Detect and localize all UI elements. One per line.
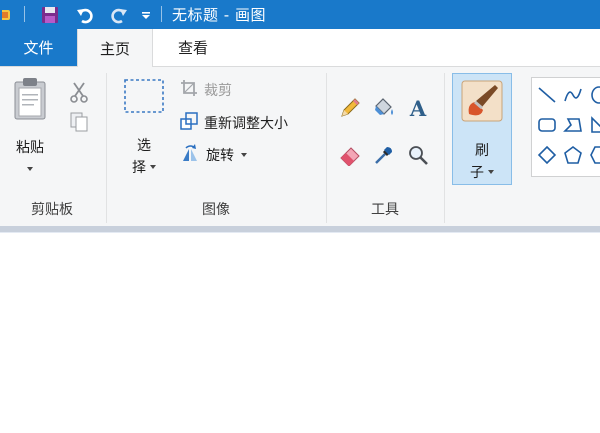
group-separator: [444, 73, 445, 223]
triangle-shape-icon[interactable]: [588, 114, 600, 136]
rounded-rectangle-shape-icon[interactable]: [536, 114, 558, 136]
tab-file[interactable]: 文件: [0, 29, 77, 66]
magnifier-icon[interactable]: [405, 142, 431, 168]
select-icon: [122, 77, 166, 119]
brushes-label-line2: 子: [470, 165, 484, 181]
brushes-dropdown-caret[interactable]: [488, 170, 494, 174]
hexagon-shape-icon[interactable]: [588, 144, 600, 166]
brushes-button[interactable]: 刷 子: [452, 73, 512, 185]
title-separator: [24, 6, 25, 22]
color-picker-icon[interactable]: [371, 142, 397, 168]
title-bar: 无标题 - 画图: [0, 0, 600, 29]
resize-label: 重新调整大小: [204, 116, 288, 132]
resize-icon: [180, 112, 198, 134]
canvas-workspace: [0, 226, 600, 433]
redo-icon[interactable]: [106, 0, 130, 29]
title-separator: [161, 6, 162, 22]
line-shape-icon[interactable]: [536, 84, 558, 106]
customize-toolbar-icon[interactable]: [139, 0, 153, 29]
rotate-icon: [180, 143, 200, 167]
paste-label: 粘贴: [16, 140, 44, 156]
rotate-label: 旋转: [206, 148, 234, 164]
tools-group-label: 工具: [371, 202, 399, 218]
select-label-line1: 选: [137, 138, 151, 154]
diamond-shape-icon[interactable]: [536, 144, 558, 166]
ribbon: 粘贴 剪贴板 选 择 裁剪 重新调整大小 旋转 图像 A 工具 刷 子: [0, 67, 600, 226]
eraser-icon[interactable]: [337, 142, 363, 168]
curve-shape-icon[interactable]: [562, 84, 584, 106]
resize-button[interactable]: 重新调整大小: [180, 111, 288, 135]
paste-button[interactable]: 粘贴: [8, 77, 52, 189]
crop-icon: [180, 79, 198, 101]
fill-bucket-icon[interactable]: [371, 95, 397, 121]
pencil-icon[interactable]: [337, 95, 363, 121]
ribbon-bottom-border: [0, 226, 600, 232]
shapes-gallery: [531, 77, 600, 177]
select-button[interactable]: 选 择: [116, 77, 172, 189]
copy-icon[interactable]: [66, 109, 92, 135]
crop-button[interactable]: 裁剪: [180, 79, 232, 101]
crop-label: 裁剪: [204, 83, 232, 99]
pentagon-shape-icon[interactable]: [562, 144, 584, 166]
tab-home[interactable]: 主页: [77, 29, 153, 67]
oval-shape-icon[interactable]: [588, 84, 600, 106]
select-dropdown-caret[interactable]: [150, 165, 156, 169]
save-icon[interactable]: [38, 0, 62, 29]
clipboard-group-label: 剪贴板: [31, 202, 73, 218]
undo-icon[interactable]: [74, 0, 98, 29]
app-icon[interactable]: [0, 0, 16, 29]
text-icon[interactable]: A: [405, 95, 431, 121]
paste-dropdown-caret[interactable]: [27, 167, 33, 171]
cut-icon[interactable]: [66, 79, 92, 105]
svg-text:A: A: [409, 97, 427, 119]
paste-icon: [12, 77, 48, 125]
ribbon-tab-row: 文件 主页 查看: [0, 29, 600, 67]
rotate-dropdown-caret[interactable]: [241, 153, 247, 157]
image-group-label: 图像: [202, 202, 230, 218]
polygon-shape-icon[interactable]: [562, 114, 584, 136]
brush-icon: [461, 80, 503, 126]
rotate-button[interactable]: 旋转: [180, 143, 247, 167]
select-label-line2: 择: [132, 160, 146, 176]
drawing-canvas[interactable]: [0, 233, 600, 433]
window-title: 无标题 - 画图: [172, 6, 266, 24]
brushes-label-line1: 刷: [475, 143, 489, 159]
tab-view[interactable]: 查看: [160, 29, 226, 66]
